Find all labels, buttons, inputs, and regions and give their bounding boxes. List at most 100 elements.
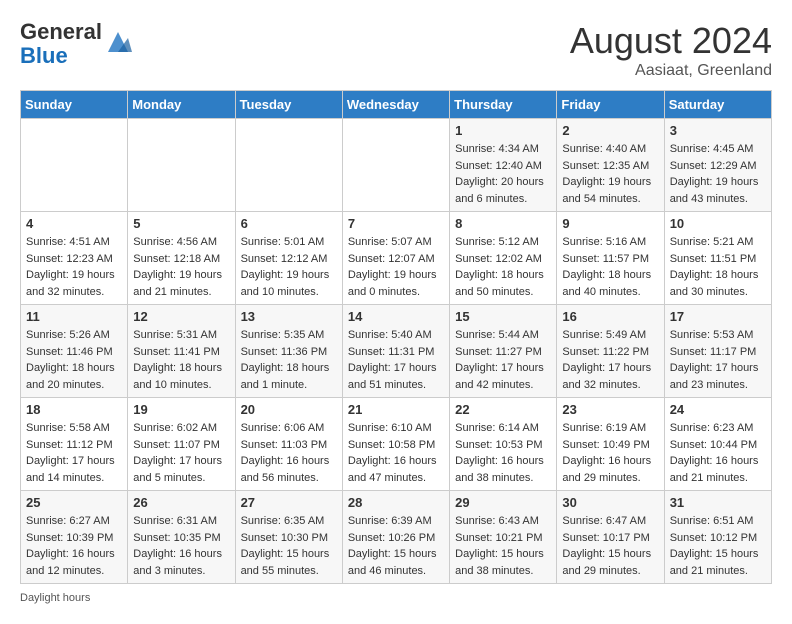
- day-info: Sunrise: 5:12 AM Sunset: 12:02 AM Daylig…: [455, 234, 551, 300]
- day-info: Sunrise: 6:14 AM Sunset: 10:53 PM Daylig…: [455, 420, 551, 486]
- day-number: 3: [670, 123, 766, 138]
- calendar-cell: 4 Sunrise: 4:51 AM Sunset: 12:23 AM Dayli…: [21, 212, 128, 305]
- day-info: Sunrise: 6:19 AM Sunset: 10:49 PM Daylig…: [562, 420, 658, 486]
- day-info: Sunrise: 5:35 AM Sunset: 11:36 PM Daylig…: [241, 327, 337, 393]
- week-row-2: 4 Sunrise: 4:51 AM Sunset: 12:23 AM Dayli…: [21, 212, 772, 305]
- day-header-thursday: Thursday: [450, 91, 557, 119]
- day-info: Sunrise: 5:40 AM Sunset: 11:31 PM Daylig…: [348, 327, 444, 393]
- week-row-1: 1Sunrise: 4:34 AM Sunset: 12:40 AM Dayli…: [21, 119, 772, 212]
- day-number: 29: [455, 495, 551, 510]
- day-header-monday: Monday: [128, 91, 235, 119]
- day-info: Sunrise: 6:31 AM Sunset: 10:35 PM Daylig…: [133, 513, 229, 579]
- day-number: 7: [348, 216, 444, 231]
- calendar-cell: [235, 119, 342, 212]
- day-number: 13: [241, 309, 337, 324]
- calendar-cell: 26 Sunrise: 6:31 AM Sunset: 10:35 PM Dayl…: [128, 491, 235, 584]
- calendar-cell: 24Sunrise: 6:23 AM Sunset: 10:44 PM Dayl…: [664, 398, 771, 491]
- day-number: 23: [562, 402, 658, 417]
- logo-blue: Blue: [20, 43, 68, 68]
- day-info: Sunrise: 5:26 AM Sunset: 11:46 PM Daylig…: [26, 327, 122, 393]
- day-number: 26: [133, 495, 229, 510]
- day-number: 14: [348, 309, 444, 324]
- day-header-tuesday: Tuesday: [235, 91, 342, 119]
- calendar-cell: 13 Sunrise: 5:35 AM Sunset: 11:36 PM Dayl…: [235, 305, 342, 398]
- day-info: Sunrise: 5:58 AM Sunset: 11:12 PM Daylig…: [26, 420, 122, 486]
- day-number: 31: [670, 495, 766, 510]
- day-header-wednesday: Wednesday: [342, 91, 449, 119]
- calendar-cell: 22 Sunrise: 6:14 AM Sunset: 10:53 PM Dayl…: [450, 398, 557, 491]
- day-number: 15: [455, 309, 551, 324]
- header-row: SundayMondayTuesdayWednesdayThursdayFrid…: [21, 91, 772, 119]
- page-header: General Blue August 2024 Aasiaat, Greenl…: [20, 20, 772, 80]
- day-info: Sunrise: 6:35 AM Sunset: 10:30 PM Daylig…: [241, 513, 337, 579]
- calendar-cell: 15 Sunrise: 5:44 AM Sunset: 11:27 PM Dayl…: [450, 305, 557, 398]
- calendar-table: SundayMondayTuesdayWednesdayThursdayFrid…: [20, 90, 772, 584]
- day-info: Sunrise: 6:43 AM Sunset: 10:21 PM Daylig…: [455, 513, 551, 579]
- calendar-cell: 21Sunrise: 6:10 AM Sunset: 10:58 PM Dayl…: [342, 398, 449, 491]
- calendar-cell: 7Sunrise: 5:07 AM Sunset: 12:07 AM Dayli…: [342, 212, 449, 305]
- day-info: Sunrise: 4:40 AM Sunset: 12:35 AM Daylig…: [562, 141, 658, 207]
- calendar-cell: 5Sunrise: 4:56 AM Sunset: 12:18 AM Dayli…: [128, 212, 235, 305]
- calendar-cell: 17 Sunrise: 5:53 AM Sunset: 11:17 PM Dayl…: [664, 305, 771, 398]
- day-number: 2: [562, 123, 658, 138]
- day-info: Sunrise: 5:44 AM Sunset: 11:27 PM Daylig…: [455, 327, 551, 393]
- calendar-cell: 16Sunrise: 5:49 AM Sunset: 11:22 PM Dayl…: [557, 305, 664, 398]
- calendar-cell: 14 Sunrise: 5:40 AM Sunset: 11:31 PM Dayl…: [342, 305, 449, 398]
- week-row-3: 11 Sunrise: 5:26 AM Sunset: 11:46 PM Dayl…: [21, 305, 772, 398]
- day-info: Sunrise: 6:39 AM Sunset: 10:26 PM Daylig…: [348, 513, 444, 579]
- day-info: Sunrise: 6:23 AM Sunset: 10:44 PM Daylig…: [670, 420, 766, 486]
- calendar-cell: 10 Sunrise: 5:21 AM Sunset: 11:51 PM Dayl…: [664, 212, 771, 305]
- calendar-cell: 1Sunrise: 4:34 AM Sunset: 12:40 AM Dayli…: [450, 119, 557, 212]
- day-info: Sunrise: 6:27 AM Sunset: 10:39 PM Daylig…: [26, 513, 122, 579]
- day-info: Sunrise: 4:45 AM Sunset: 12:29 AM Daylig…: [670, 141, 766, 207]
- day-number: 11: [26, 309, 122, 324]
- footer: Daylight hours: [20, 592, 772, 604]
- day-info: Sunrise: 6:02 AM Sunset: 11:07 PM Daylig…: [133, 420, 229, 486]
- day-info: Sunrise: 4:51 AM Sunset: 12:23 AM Daylig…: [26, 234, 122, 300]
- day-number: 9: [562, 216, 658, 231]
- calendar-cell: 31 Sunrise: 6:51 AM Sunset: 10:12 PM Dayl…: [664, 491, 771, 584]
- logo: General Blue: [20, 20, 132, 68]
- calendar-cell: [342, 119, 449, 212]
- calendar-cell: 25 Sunrise: 6:27 AM Sunset: 10:39 PM Dayl…: [21, 491, 128, 584]
- day-info: Sunrise: 6:51 AM Sunset: 10:12 PM Daylig…: [670, 513, 766, 579]
- day-info: Sunrise: 4:56 AM Sunset: 12:18 AM Daylig…: [133, 234, 229, 300]
- day-number: 30: [562, 495, 658, 510]
- logo-icon: [104, 28, 132, 56]
- day-number: 25: [26, 495, 122, 510]
- week-row-5: 25 Sunrise: 6:27 AM Sunset: 10:39 PM Dayl…: [21, 491, 772, 584]
- day-number: 19: [133, 402, 229, 417]
- calendar-cell: 11 Sunrise: 5:26 AM Sunset: 11:46 PM Dayl…: [21, 305, 128, 398]
- day-header-friday: Friday: [557, 91, 664, 119]
- day-info: Sunrise: 6:06 AM Sunset: 11:03 PM Daylig…: [241, 420, 337, 486]
- day-info: Sunrise: 5:21 AM Sunset: 11:51 PM Daylig…: [670, 234, 766, 300]
- day-info: Sunrise: 6:10 AM Sunset: 10:58 PM Daylig…: [348, 420, 444, 486]
- day-number: 12: [133, 309, 229, 324]
- calendar-cell: 27Sunrise: 6:35 AM Sunset: 10:30 PM Dayl…: [235, 491, 342, 584]
- day-number: 8: [455, 216, 551, 231]
- day-number: 4: [26, 216, 122, 231]
- calendar-cell: 20 Sunrise: 6:06 AM Sunset: 11:03 PM Dayl…: [235, 398, 342, 491]
- day-info: Sunrise: 5:31 AM Sunset: 11:41 PM Daylig…: [133, 327, 229, 393]
- calendar-cell: [21, 119, 128, 212]
- day-number: 20: [241, 402, 337, 417]
- day-number: 10: [670, 216, 766, 231]
- day-number: 17: [670, 309, 766, 324]
- logo-text: General Blue: [20, 20, 102, 68]
- day-header-saturday: Saturday: [664, 91, 771, 119]
- logo-general: General: [20, 19, 102, 44]
- day-number: 28: [348, 495, 444, 510]
- day-number: 16: [562, 309, 658, 324]
- calendar-cell: 19 Sunrise: 6:02 AM Sunset: 11:07 PM Dayl…: [128, 398, 235, 491]
- day-info: Sunrise: 5:53 AM Sunset: 11:17 PM Daylig…: [670, 327, 766, 393]
- calendar-cell: 29 Sunrise: 6:43 AM Sunset: 10:21 PM Dayl…: [450, 491, 557, 584]
- day-info: Sunrise: 5:01 AM Sunset: 12:12 AM Daylig…: [241, 234, 337, 300]
- daylight-label: Daylight hours: [20, 592, 90, 604]
- calendar-cell: 9 Sunrise: 5:16 AM Sunset: 11:57 PM Dayli…: [557, 212, 664, 305]
- calendar-cell: 2 Sunrise: 4:40 AM Sunset: 12:35 AM Dayli…: [557, 119, 664, 212]
- calendar-cell: 12 Sunrise: 5:31 AM Sunset: 11:41 PM Dayl…: [128, 305, 235, 398]
- day-number: 22: [455, 402, 551, 417]
- calendar-cell: 28 Sunrise: 6:39 AM Sunset: 10:26 PM Dayl…: [342, 491, 449, 584]
- day-info: Sunrise: 5:16 AM Sunset: 11:57 PM Daylig…: [562, 234, 658, 300]
- day-number: 6: [241, 216, 337, 231]
